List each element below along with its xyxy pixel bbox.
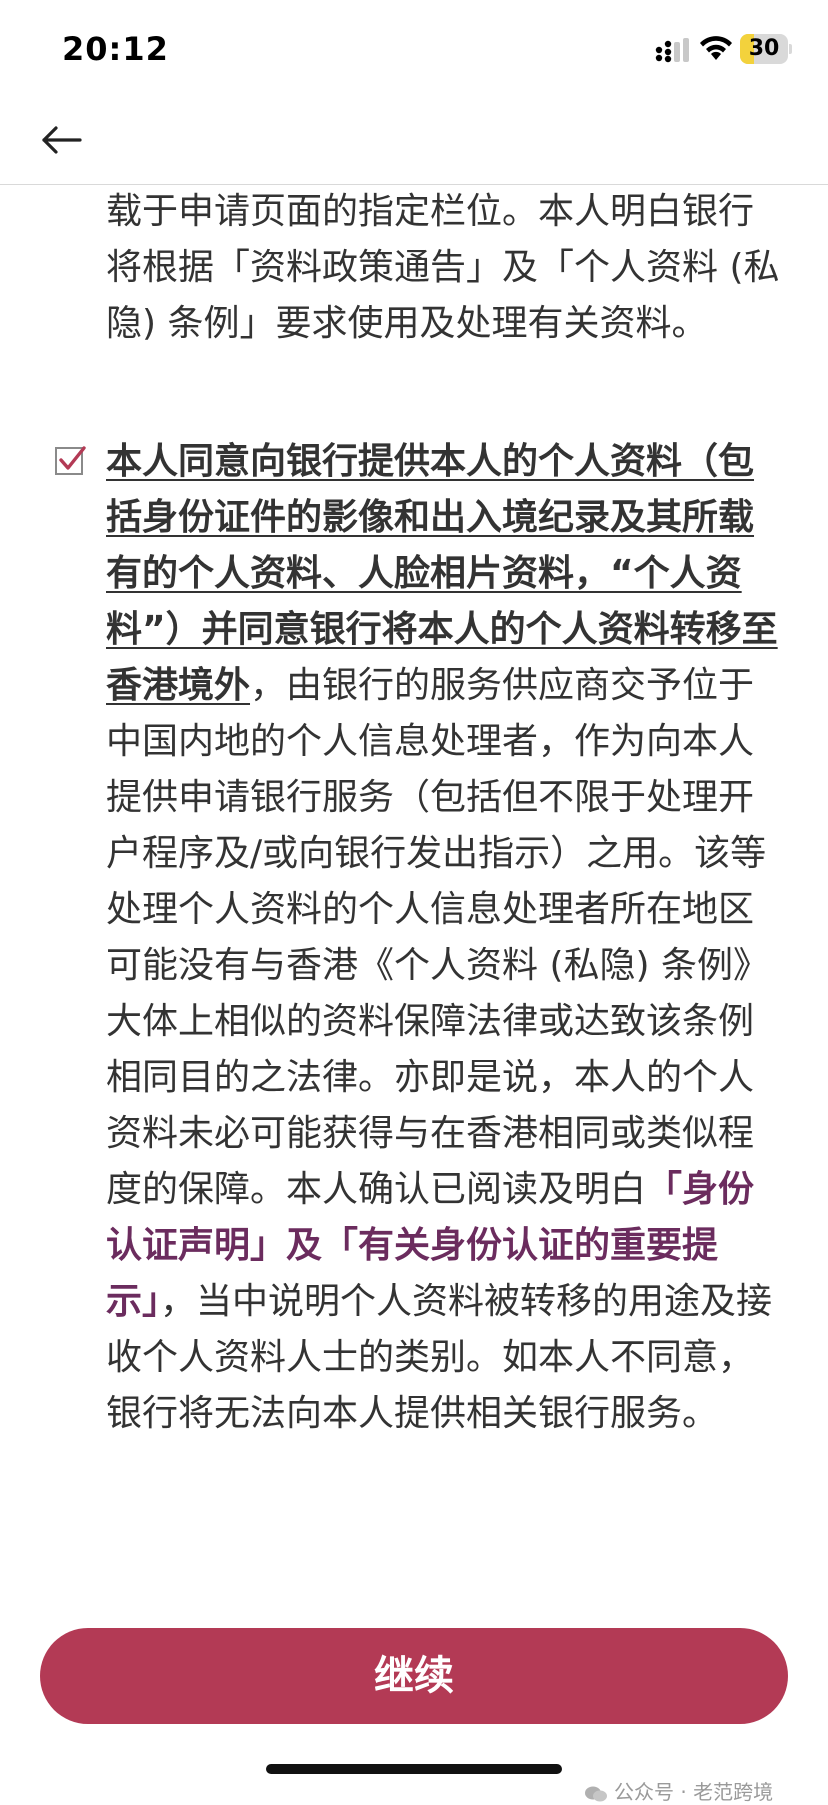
battery-level: 30 [748, 36, 780, 61]
signal-icon [655, 38, 689, 63]
watermark: 公众号 · 老范跨境 [584, 1776, 773, 1805]
continue-button[interactable]: 继续 [40, 1628, 788, 1724]
wechat-icon [585, 1786, 607, 1801]
arrow-left-icon [42, 126, 82, 154]
consent-checkbox[interactable] [54, 444, 86, 476]
home-indicator [266, 1764, 562, 1774]
back-button[interactable] [36, 118, 88, 162]
consent-text-1: ，由银行的服务供应商交予位于中国内地的个人信息处理者，作为向本人提供申请银行服务… [106, 665, 769, 1210]
status-time: 20:12 [62, 30, 169, 68]
consent-connector: 及 [286, 1225, 323, 1266]
watermark-text: 公众号 · 老范跨境 [614, 1780, 774, 1804]
nav-bar [0, 100, 828, 185]
consent-paragraph-2: 本人同意向银行提供本人的个人资料（包括身份证件的影像和出入境纪录及其所载有的个人… [106, 434, 786, 1442]
battery-icon: 30 [740, 34, 792, 64]
status-bar: 20:12 30 [0, 0, 828, 100]
wifi-icon [700, 36, 732, 60]
consent-text-2: ，当中说明个人资料被转移的用途及接收个人资料人士的类别。如本人不同意，银行将无法… [106, 1281, 773, 1434]
consent-paragraph-1: 载于申请页面的指定栏位。本人明白银行将根据「资料政策通告」及「个人资料 (私隐)… [106, 191, 780, 344]
